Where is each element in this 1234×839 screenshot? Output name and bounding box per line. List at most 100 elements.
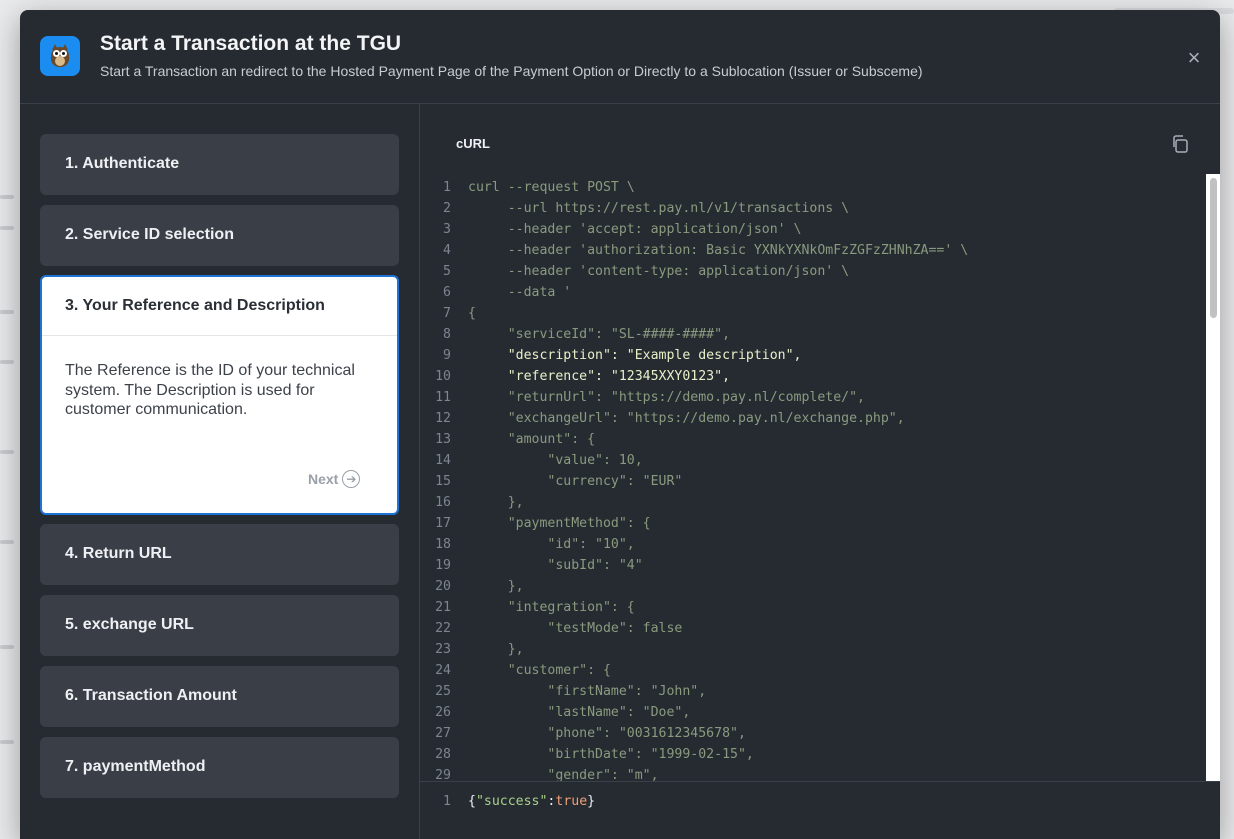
code-text: "phone": "0031612345678", (468, 723, 746, 744)
step-description: The Reference is the ID of your technica… (65, 362, 355, 418)
code-line: 23 }, (420, 639, 1206, 660)
code-line: 13 "amount": { (420, 429, 1206, 450)
next-button[interactable]: Next ➔ (308, 469, 361, 489)
line-number: 12 (435, 411, 451, 426)
line-number: 25 (435, 684, 451, 699)
line-number: 5 (443, 264, 451, 279)
step-payment-method[interactable]: 7. paymentMethod (40, 737, 399, 798)
scrollbar-thumb[interactable] (1210, 178, 1217, 318)
code-text: --header 'accept: application/json' \ (468, 219, 802, 240)
code-text: "subId": "4" (468, 555, 643, 576)
next-label: Next (308, 471, 339, 487)
code-text: curl --request POST \ (468, 177, 635, 198)
step-return-url[interactable]: 4. Return URL (40, 524, 399, 585)
code-line: 12 "exchangeUrl": "https://demo.pay.nl/e… (420, 408, 1206, 429)
code-line: 5 --header 'content-type: application/js… (420, 261, 1206, 282)
code-scrollbar[interactable] (1206, 174, 1220, 781)
code-text: "lastName": "Doe", (468, 702, 690, 723)
response-output: 1 {"success":true} (420, 781, 1220, 839)
line-number: 13 (435, 432, 451, 447)
background-line (0, 226, 14, 230)
background-line (0, 450, 14, 454)
code-text-content: "firstName": "John", (468, 684, 707, 699)
modal-title: Start a Transaction at the TGU (100, 32, 402, 55)
line-number: 22 (435, 621, 451, 636)
code-text-content: "gender": "m", (468, 768, 659, 781)
line-number: 20 (435, 579, 451, 594)
step-exchange-url[interactable]: 5. exchange URL (40, 595, 399, 656)
steps-panel: 1. Authenticate 2. Service ID selection … (20, 104, 419, 839)
code-text-content: curl --request POST \ (468, 180, 635, 195)
code-editor[interactable]: 1 curl --request POST \ 2 --url https://re… (420, 174, 1206, 781)
step-label: 3. Your Reference and Description (65, 297, 325, 314)
line-number: 1 (443, 180, 451, 195)
code-line: 19 "subId": "4" (420, 555, 1206, 576)
line-number: 8 (443, 327, 451, 342)
code-line: 16 }, (420, 492, 1206, 513)
code-text: "id": "10", (468, 534, 635, 555)
code-text-content: { (468, 306, 476, 321)
code-text-content: "phone": "0031612345678", (468, 726, 746, 741)
step-label: 2. Service ID selection (65, 226, 234, 243)
line-number: 17 (435, 516, 451, 531)
code-line: 3 --header 'accept: application/json' \ (420, 219, 1206, 240)
line-number: 19 (435, 558, 451, 573)
code-text: --header 'authorization: Basic YXNkYXNkO… (468, 240, 969, 261)
code-line: 15 "currency": "EUR" (420, 471, 1206, 492)
response-json: {"success":true} (468, 794, 595, 809)
line-number: 27 (435, 726, 451, 741)
code-text: "reference": "12345XXY0123", (468, 366, 730, 387)
step-service-id[interactable]: 2. Service ID selection (40, 205, 399, 266)
background-line (0, 540, 14, 544)
code-text: "testMode": false (468, 618, 682, 639)
json-value: true (555, 794, 588, 809)
line-number: 28 (435, 747, 451, 762)
line-number: 29 (435, 768, 451, 781)
code-line: 18 "id": "10", (420, 534, 1206, 555)
code-text-content: "id": "10", (468, 537, 635, 552)
step-label: 1. Authenticate (65, 155, 180, 172)
line-number: 2 (443, 201, 451, 216)
line-number: 26 (435, 705, 451, 720)
code-text: --url https://rest.pay.nl/v1/transaction… (468, 198, 849, 219)
tab-curl[interactable]: cURL (456, 136, 490, 151)
code-line: 1 curl --request POST \ (420, 177, 1206, 198)
line-number: 3 (443, 222, 451, 237)
step-label: 4. Return URL (65, 545, 172, 562)
background-line (0, 645, 14, 649)
json-brace: { (468, 794, 476, 809)
code-text: }, (468, 492, 524, 513)
step-reference-description[interactable]: 3. Your Reference and Description The Re… (40, 275, 399, 515)
code-text: "value": 10, (468, 450, 642, 471)
code-text-content: "serviceId": "SL-####-####", (468, 327, 731, 342)
code-text: --data ' (468, 282, 572, 303)
code-text: }, (468, 639, 524, 660)
step-transaction-amount[interactable]: 6. Transaction Amount (40, 666, 399, 727)
code-text-content: "birthDate": "1999-02-15", (468, 747, 754, 762)
code-line: 9 "description": "Example description", (420, 345, 1206, 366)
code-text: "description": "Example description", (468, 345, 802, 366)
line-number: 7 (443, 306, 451, 321)
code-text-content: --header 'content-type: application/json… (468, 264, 850, 279)
close-icon[interactable]: × (1180, 44, 1208, 72)
code-text-content: "subId": "4" (468, 558, 643, 573)
modal-subtitle: Start a Transaction an redirect to the H… (100, 63, 923, 79)
code-text-content: "lastName": "Doe", (468, 705, 691, 720)
line-number: 24 (435, 663, 451, 678)
code-text-content: --header 'authorization: Basic YXNkYXNkO… (468, 243, 969, 258)
arrow-right-circle-icon: ➔ (342, 470, 361, 488)
step-authenticate[interactable]: 1. Authenticate (40, 134, 399, 195)
code-text: --header 'content-type: application/json… (468, 261, 849, 282)
copy-icon[interactable] (1170, 134, 1190, 154)
line-number: 15 (435, 474, 451, 489)
code-text-content: "returnUrl": "https://demo.pay.nl/comple… (468, 390, 865, 405)
step-label: 6. Transaction Amount (65, 687, 237, 704)
code-line: 26 "lastName": "Doe", (420, 702, 1206, 723)
code-line: 21 "integration": { (420, 597, 1206, 618)
code-text-content: }, (468, 495, 524, 510)
code-line: 11 "returnUrl": "https://demo.pay.nl/com… (420, 387, 1206, 408)
modal-header: Start a Transaction at the TGU Start a T… (20, 10, 1220, 104)
code-text-content: "description": "Example description", (468, 348, 802, 363)
code-line: 20 }, (420, 576, 1206, 597)
code-text: "birthDate": "1999-02-15", (468, 744, 754, 765)
